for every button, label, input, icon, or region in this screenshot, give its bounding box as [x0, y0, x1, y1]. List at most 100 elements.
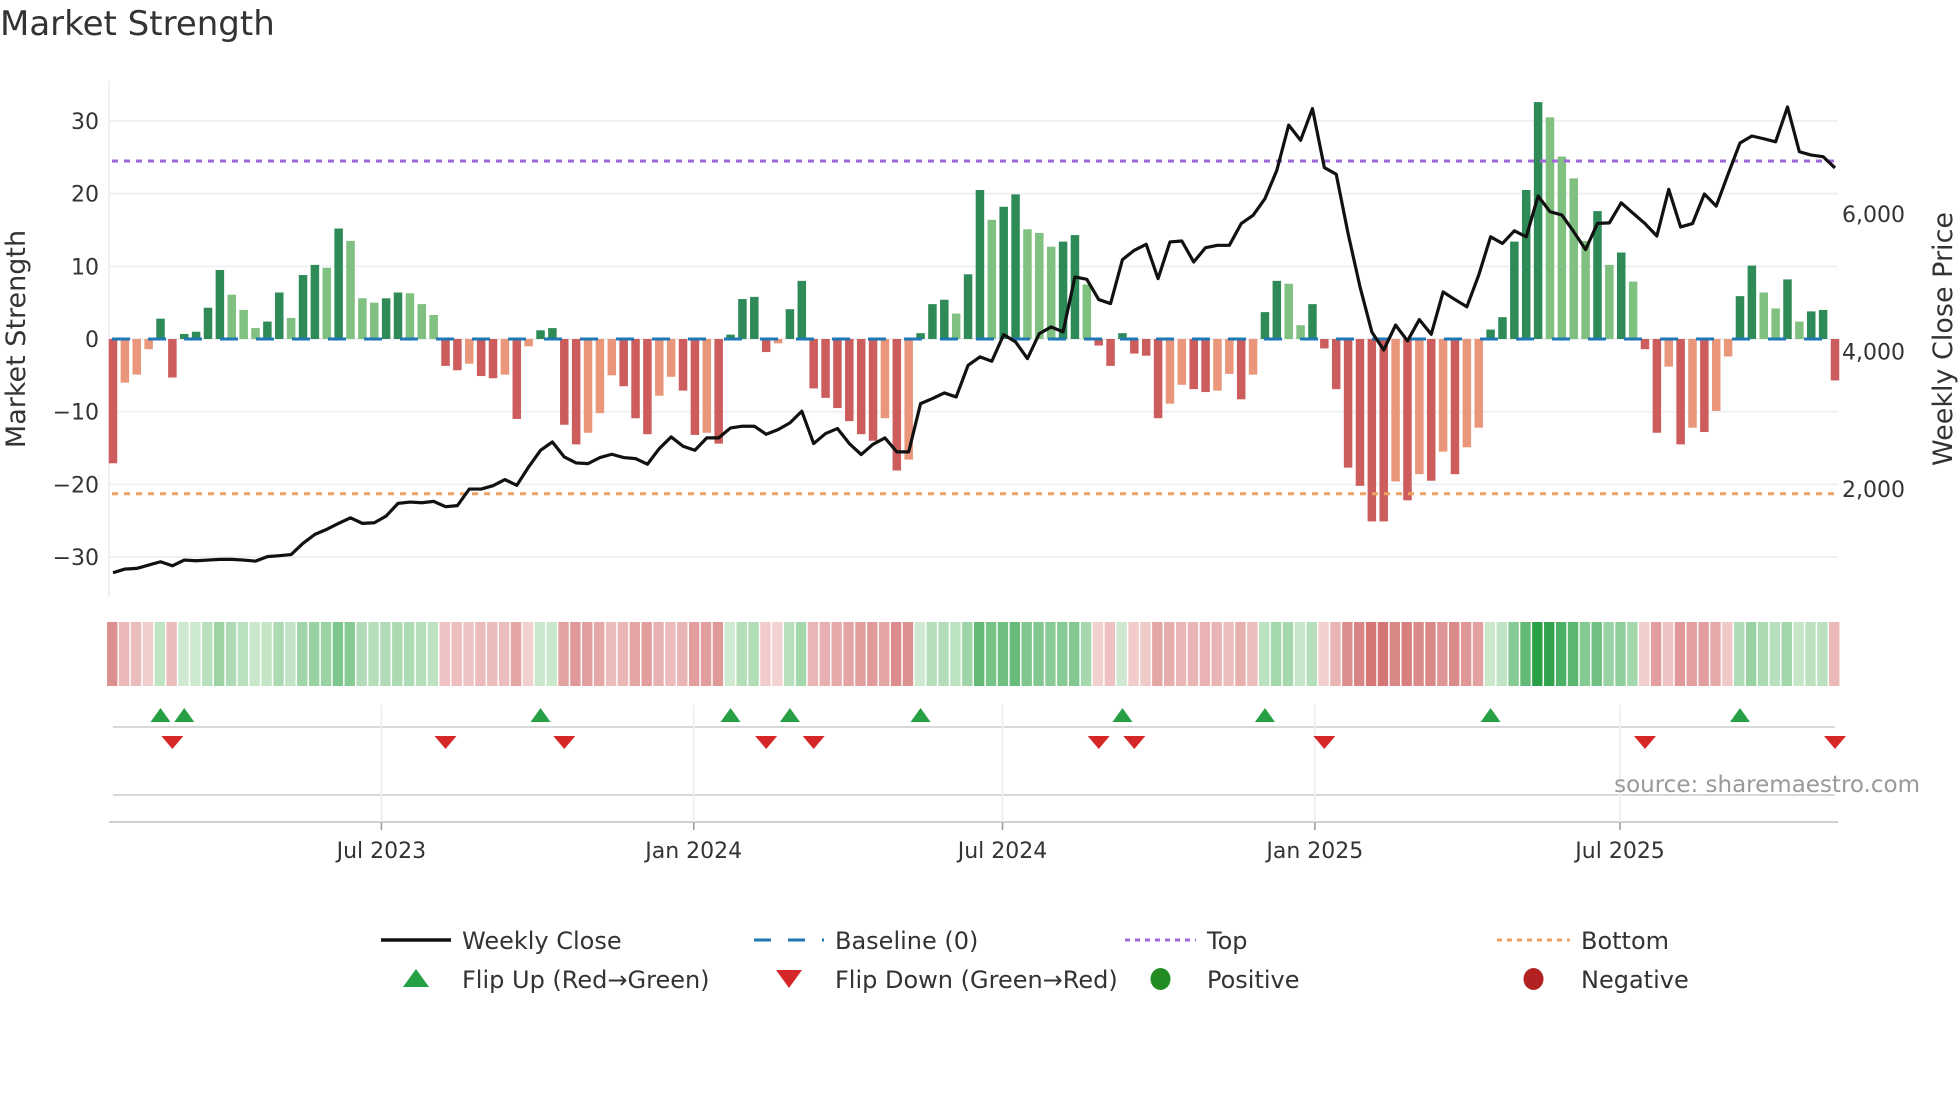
positive-bar	[1747, 265, 1757, 339]
heat-strip-cell	[843, 622, 854, 686]
y-tick-label: 0	[85, 328, 99, 353]
y-tick-label: −10	[53, 401, 99, 426]
heat-strip-cell	[724, 622, 735, 686]
negative-bar	[845, 339, 854, 422]
negative-bar	[1426, 339, 1436, 481]
heat-strip-cell	[1615, 622, 1626, 686]
heat-strip-cell	[926, 622, 937, 686]
heat-strip-cell	[1532, 622, 1543, 686]
heat-strip-cell	[1555, 622, 1567, 686]
y-tick-label: −20	[53, 473, 99, 498]
triangle-up-icon	[403, 969, 429, 987]
flip-down-marker	[1633, 736, 1656, 749]
heat-strip-cell	[1175, 622, 1187, 686]
heat-strip-cell	[748, 622, 759, 686]
positive-bar	[1082, 284, 1092, 339]
flip-down-marker	[434, 736, 457, 749]
heat-strip-cell	[190, 622, 201, 686]
heat-strip-cell	[118, 622, 130, 686]
positive-bar	[1795, 321, 1804, 339]
negative-bar	[120, 339, 130, 383]
heat-strip-cell	[1710, 622, 1721, 686]
heat-strip-cell	[997, 622, 1009, 686]
heat-strip-cell	[1282, 622, 1294, 686]
y2-tick-label: 6,000	[1842, 203, 1905, 228]
heat-strip-cell	[1639, 622, 1650, 686]
heat-strip-cell	[712, 622, 724, 686]
positive-bar	[750, 296, 759, 339]
positive-bar	[1545, 117, 1555, 339]
positive-bar	[381, 298, 391, 339]
negative-bar	[702, 339, 712, 433]
heat-strip-cell	[1389, 622, 1401, 686]
heat-strip-cell	[831, 622, 842, 686]
heat-strip-cell	[772, 622, 783, 686]
heat-strip-cell	[1769, 622, 1781, 686]
negative-bar	[1830, 339, 1840, 381]
negative-bar	[1700, 339, 1709, 433]
flip-up-marker	[910, 708, 931, 722]
heat-strip-cell	[1627, 622, 1638, 686]
negative-bar	[856, 339, 866, 435]
heat-strip-cell	[677, 622, 688, 686]
negative-bar	[690, 339, 700, 435]
green-circle-icon	[1150, 968, 1171, 990]
negative-bar	[1474, 339, 1483, 428]
heat-strip-cell	[1460, 622, 1472, 686]
negative-bar	[666, 339, 676, 377]
positive-bar	[1498, 317, 1507, 339]
heat-strip-cell	[178, 622, 189, 686]
heat-strip-cell	[320, 622, 332, 686]
negative-bar	[1391, 339, 1400, 482]
heat-strip-cell	[130, 622, 142, 686]
negative-bar	[1177, 339, 1187, 385]
heat-strip-cell	[510, 622, 522, 686]
market-strength-chart: −30 −20 −10 0 10 20 30 2,000 4,000 6,000 Market St…	[1, 81, 1959, 994]
heat-strip-cell	[1247, 622, 1258, 686]
negative-bar	[821, 339, 830, 398]
negative-bar	[1236, 339, 1246, 400]
positive-bar	[370, 302, 379, 339]
negative-bar	[1153, 339, 1163, 419]
negative-bar	[1450, 339, 1460, 475]
negative-bar	[144, 339, 153, 350]
flip-up-marker	[1729, 708, 1750, 722]
heat-strip-cell	[641, 622, 652, 686]
legend-label: Positive	[1207, 966, 1300, 994]
x-tick-label: Jul 2023	[335, 839, 427, 864]
heat-strip-cell	[1674, 622, 1686, 686]
positive-bar	[951, 313, 961, 339]
negative-bar	[1652, 339, 1662, 433]
heat-strip-cell	[1722, 622, 1733, 686]
legend-item-flip-up: Flip Up (Red→Green)	[403, 966, 710, 994]
legend-label: Negative	[1581, 966, 1689, 994]
heat-strip-cell	[297, 622, 308, 686]
heat-strip-cell	[1544, 622, 1555, 686]
negative-bar	[868, 339, 878, 441]
heat-strip-cell	[1164, 622, 1175, 686]
heat-strip-cell	[629, 622, 640, 686]
heat-strip-cell	[403, 622, 415, 686]
source-label: source: sharemaestro.com	[1614, 772, 1920, 798]
legend-label: Flip Down (Green→Red)	[835, 966, 1118, 994]
heat-strip-cell	[593, 622, 605, 686]
heat-strip-cell	[1318, 622, 1329, 686]
negative-bar	[465, 339, 474, 364]
positive-bar	[346, 240, 355, 339]
heat-strip-cell	[142, 622, 154, 686]
negative-bar	[488, 339, 498, 379]
negative-bar	[714, 339, 723, 444]
flip-down-marker	[1123, 736, 1146, 749]
legend-item-bottom: Bottom	[1497, 927, 1669, 955]
x-tick-label: Jul 2025	[1573, 839, 1665, 864]
heat-strip-cell	[308, 622, 320, 686]
negative-bar	[560, 339, 569, 425]
heat-strip-cell	[154, 622, 165, 686]
heat-strip-cell	[1377, 622, 1389, 686]
y-axis-label: Market Strength	[1, 230, 32, 448]
negative-bar	[1403, 339, 1412, 501]
heat-strip-cell	[950, 622, 961, 686]
positive-bar	[1735, 296, 1745, 339]
heat-strip-cell	[1650, 622, 1662, 686]
positive-bar	[1557, 156, 1567, 339]
